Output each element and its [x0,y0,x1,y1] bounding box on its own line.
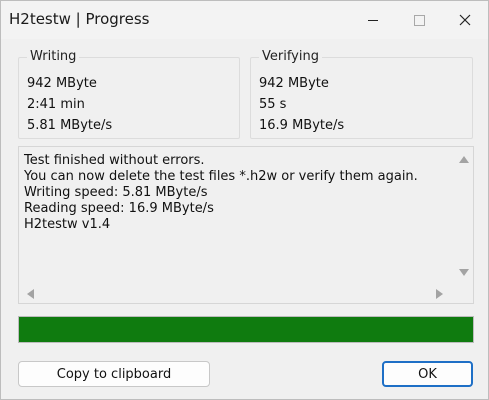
writing-size: 942 MByte [27,76,97,91]
log-text: Test finished without errors. You can no… [24,153,451,233]
writing-legend: Writing [27,49,80,65]
vertical-scrollbar[interactable] [455,147,473,285]
log-line: H2testw v1.4 [24,217,111,232]
scroll-down-icon[interactable] [459,269,469,276]
writing-speed: 5.81 MByte/s [27,118,113,133]
verifying-legend: Verifying [259,49,322,65]
window-title: H2testw | Progress [9,10,150,28]
close-button[interactable] [442,1,488,39]
close-icon [459,14,471,26]
verifying-time: 55 s [259,97,287,112]
progress-window: H2testw | Progress Writing 942 MByte 2:4… [0,0,489,400]
log-line: You can now delete the test files *.h2w … [24,169,418,184]
maximize-button [396,1,442,39]
verifying-size: 942 MByte [259,76,329,91]
writing-time: 2:41 min [27,97,85,112]
log-line: Reading speed: 16.9 MByte/s [24,201,214,216]
verifying-group: Verifying 942 MByte 55 s 16.9 MByte/s [250,49,473,139]
minimize-icon [368,19,378,21]
progress-fill [19,317,473,342]
ok-button[interactable]: OK [382,361,473,387]
verifying-speed: 16.9 MByte/s [259,118,345,133]
log-line: Writing speed: 5.81 MByte/s [24,185,208,200]
scroll-up-icon[interactable] [459,156,469,163]
maximize-icon [413,14,425,26]
log-textbox[interactable]: Test finished without errors. You can no… [18,146,474,304]
scroll-right-icon[interactable] [436,289,443,299]
copy-to-clipboard-button[interactable]: Copy to clipboard [18,361,210,387]
title-bar[interactable]: H2testw | Progress [1,1,488,39]
horizontal-scrollbar[interactable] [19,285,455,303]
writing-group: Writing 942 MByte 2:41 min 5.81 MByte/s [18,49,240,139]
minimize-button[interactable] [350,1,396,39]
log-line: Test finished without errors. [24,153,205,168]
progress-bar [18,316,474,343]
scroll-left-icon[interactable] [27,289,34,299]
